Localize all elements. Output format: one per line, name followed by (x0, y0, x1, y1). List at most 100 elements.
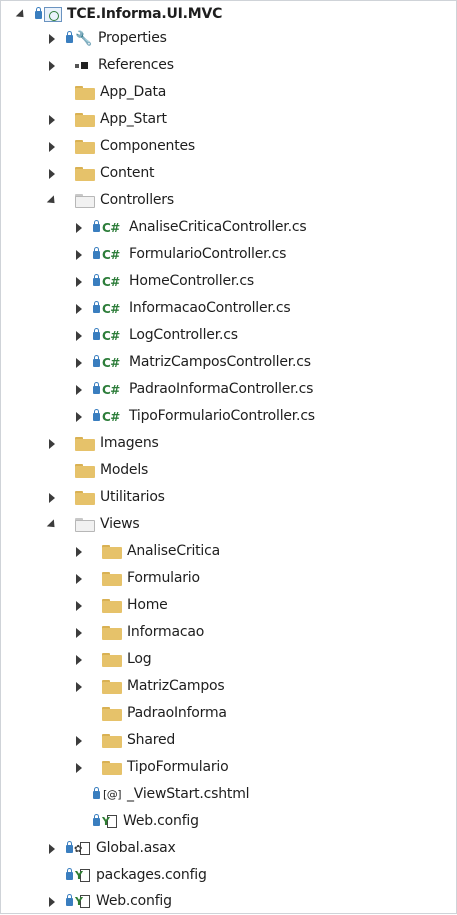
collapsed-arrow-icon[interactable] (73, 565, 83, 592)
tree-item-references[interactable]: References (46, 52, 174, 79)
tree-item-imagens[interactable]: Imagens (46, 430, 159, 457)
tree-item-models[interactable]: Models (46, 457, 148, 484)
tree-item-controller-file[interactable]: C# TipoFormularioController.cs (73, 403, 315, 430)
tree-item-web-config[interactable]: Web.config (46, 888, 172, 915)
lock-icon (93, 246, 100, 259)
folder-icon (75, 490, 95, 505)
open-folder-icon (75, 193, 95, 208)
controller-file-label: FormularioController.cs (129, 246, 287, 262)
folder-icon (102, 571, 122, 586)
tree-item-app-start[interactable]: App_Start (46, 106, 167, 133)
config-file-icon (75, 868, 91, 884)
collapsed-arrow-icon[interactable] (73, 322, 83, 349)
utilitarios-label: Utilitarios (100, 489, 165, 505)
lock-icon (93, 327, 100, 340)
tree-item-app-data[interactable]: App_Data (46, 79, 166, 106)
lock-icon (93, 273, 100, 286)
tree-item-views-folder[interactable]: Informacao (73, 619, 204, 646)
collapsed-arrow-icon[interactable] (73, 619, 83, 646)
expanded-arrow-icon[interactable] (46, 187, 56, 214)
tree-item-packages-config[interactable]: packages.config (46, 862, 207, 889)
open-folder-icon (75, 517, 95, 532)
web-project-icon (44, 7, 62, 22)
tree-item-views-folder[interactable]: TipoFormulario (73, 754, 229, 781)
csharp-file-icon: C# (102, 328, 120, 343)
collapsed-arrow-icon[interactable] (46, 25, 56, 52)
collapsed-arrow-icon[interactable] (46, 52, 56, 79)
componentes-label: Componentes (100, 138, 195, 154)
views-folder-label: Informacao (127, 624, 205, 640)
tree-item-views-folder[interactable]: Log (73, 646, 152, 673)
tree-item-controller-file[interactable]: C# FormularioController.cs (73, 241, 286, 268)
tree-item-controller-file[interactable]: C# InformacaoController.cs (73, 295, 291, 322)
tree-item-views-folder[interactable]: MatrizCampos (73, 673, 225, 700)
collapsed-arrow-icon[interactable] (46, 835, 56, 862)
views-folder-label: MatrizCampos (127, 678, 225, 694)
tree-item-views[interactable]: Views (46, 511, 140, 538)
folder-icon (75, 166, 95, 181)
lock-icon (93, 813, 100, 826)
collapsed-arrow-icon[interactable] (46, 160, 56, 187)
tree-item-views-folder[interactable]: AnaliseCritica (73, 538, 220, 565)
expanded-arrow-icon[interactable] (46, 511, 56, 538)
folder-icon (75, 463, 95, 478)
folder-icon (75, 85, 95, 100)
views-folder-label: Home (127, 597, 168, 613)
tree-item-componentes[interactable]: Componentes (46, 133, 195, 160)
tree-item-views-web-config[interactable]: Web.config (73, 808, 199, 835)
collapsed-arrow-icon[interactable] (46, 133, 56, 160)
controller-file-label: PadraoInformaController.cs (129, 381, 314, 397)
collapsed-arrow-icon[interactable] (73, 646, 83, 673)
lock-icon (93, 381, 100, 394)
folder-icon (102, 544, 122, 559)
views-folder-label: AnaliseCritica (127, 543, 220, 559)
folder-icon (102, 760, 122, 775)
collapsed-arrow-icon[interactable] (73, 214, 83, 241)
tree-item-utilitarios[interactable]: Utilitarios (46, 484, 165, 511)
views-folder-label: TipoFormulario (127, 759, 229, 775)
lock-icon (93, 786, 100, 799)
lock-icon (66, 893, 73, 906)
collapsed-arrow-icon[interactable] (73, 727, 83, 754)
collapsed-arrow-icon[interactable] (73, 538, 83, 565)
collapsed-arrow-icon[interactable] (73, 241, 83, 268)
tree-item-project[interactable]: TCE.Informa.UI.MVC (15, 1, 222, 28)
views-folder-label: Formulario (127, 570, 200, 586)
lock-icon (66, 867, 73, 880)
tree-item-controller-file[interactable]: C# AnaliseCriticaController.cs (73, 214, 307, 241)
tree-item-controller-file[interactable]: C# MatrizCamposController.cs (73, 349, 311, 376)
tree-item-views-folder[interactable]: Formulario (73, 565, 200, 592)
collapsed-arrow-icon[interactable] (46, 888, 56, 915)
tree-item-controller-file[interactable]: C# HomeController.cs (73, 268, 254, 295)
controller-file-label: MatrizCamposController.cs (129, 354, 311, 370)
collapsed-arrow-icon[interactable] (46, 484, 56, 511)
collapsed-arrow-icon[interactable] (73, 349, 83, 376)
tree-item-controllers[interactable]: Controllers (46, 187, 174, 214)
folder-icon (102, 652, 122, 667)
content-label: Content (100, 165, 155, 181)
collapsed-arrow-icon[interactable] (73, 403, 83, 430)
collapsed-arrow-icon[interactable] (46, 106, 56, 133)
expanded-arrow-icon[interactable] (15, 1, 25, 28)
tree-item-controller-file[interactable]: C# LogController.cs (73, 322, 238, 349)
collapsed-arrow-icon[interactable] (73, 592, 83, 619)
folder-icon (75, 112, 95, 127)
lock-icon (35, 6, 42, 19)
tree-item-viewstart[interactable]: [@] _ViewStart.cshtml (73, 781, 250, 808)
folder-icon (75, 436, 95, 451)
tree-item-views-folder[interactable]: Shared (73, 727, 175, 754)
collapsed-arrow-icon[interactable] (73, 376, 83, 403)
tree-item-content[interactable]: Content (46, 160, 154, 187)
tree-item-properties[interactable]: 🔧 Properties (46, 25, 167, 52)
lock-icon (93, 219, 100, 232)
collapsed-arrow-icon[interactable] (73, 754, 83, 781)
tree-item-views-folder[interactable]: Home (73, 592, 168, 619)
tree-item-views-folder[interactable]: PadraoInforma (73, 700, 227, 727)
collapsed-arrow-icon[interactable] (46, 430, 56, 457)
collapsed-arrow-icon[interactable] (73, 295, 83, 322)
tree-item-global-asax[interactable]: Global.asax (46, 835, 176, 862)
collapsed-arrow-icon[interactable] (73, 268, 83, 295)
collapsed-arrow-icon[interactable] (73, 673, 83, 700)
views-web-config-label: Web.config (123, 813, 199, 829)
tree-item-controller-file[interactable]: C# PadraoInformaController.cs (73, 376, 313, 403)
